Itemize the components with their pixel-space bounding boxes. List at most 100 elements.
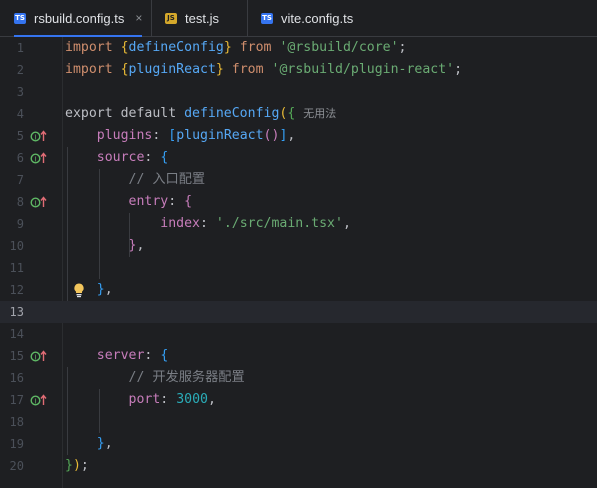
code-line-15[interactable]: 15 I server: { [0,345,597,367]
comma: , [207,392,216,407]
editor-tab-bar: TS rsbuild.config.ts × JS test.js TS vit… [0,0,597,37]
code-line-20[interactable]: 20 }); [0,455,597,477]
bracket: [ [168,128,177,143]
code-line-13[interactable]: 13 [0,301,597,323]
code-line-2[interactable]: 2 import {pluginReact} from '@rsbuild/pl… [0,59,597,81]
keyword: from [239,40,272,55]
property: plugins [96,128,153,143]
svg-text:I: I [34,200,36,208]
paren: () [263,128,280,143]
line-number: 12 [9,283,24,297]
line-number: 20 [9,459,24,473]
tab-label: test.js [185,10,219,26]
implementation-override-icon[interactable]: I [30,195,48,209]
usage-hint[interactable]: 无用法 [303,107,336,120]
svg-text:I: I [34,156,36,164]
line-number: 6 [16,151,24,165]
tab-label: vite.config.ts [281,10,354,26]
code-line-14[interactable]: 14 [0,323,597,345]
line-number: 15 [9,349,24,363]
code-line-18[interactable]: 18 [0,411,597,433]
property: entry [128,194,169,209]
colon: : [144,348,153,363]
line-number: 18 [9,415,24,429]
comma: , [136,238,145,253]
svg-text:I: I [34,134,36,142]
code-line-8[interactable]: 8 I entry: { [0,191,597,213]
function-call: defineConfig [184,106,280,121]
implementation-override-icon[interactable]: I [30,393,48,407]
code-line-1[interactable]: 1 import {defineConfig} from '@rsbuild/c… [0,37,597,59]
code-line-12[interactable]: 12 }, [0,279,597,301]
line-number: 11 [9,261,24,275]
string-literal: '@rsbuild/core' [279,40,399,55]
brace: } [96,282,105,297]
property: port [128,392,161,407]
line-number: 14 [9,327,24,341]
brace: { [160,150,169,165]
tab-vite-config[interactable]: TS vite.config.ts [261,0,353,36]
line-number: 2 [16,63,24,77]
code-line-6[interactable]: 6 I source: { [0,147,597,169]
code-line-17[interactable]: 17 I port: 3000, [0,389,597,411]
brace: { [184,194,193,209]
close-icon[interactable]: × [135,11,142,25]
javascript-file-icon: JS [165,12,177,24]
brace: { [120,40,129,55]
code-line-5[interactable]: 5 I plugins: [pluginReact()], [0,125,597,147]
implementation-override-icon[interactable]: I [30,129,48,143]
brace: } [96,436,105,451]
svg-text:I: I [34,398,36,406]
brace: } [65,458,73,473]
brace: { [160,348,169,363]
export-keyword: export default [65,106,177,121]
colon: : [160,392,169,407]
implementation-override-icon[interactable]: I [30,349,48,363]
line-number: 3 [16,85,24,99]
line-number: 9 [16,217,24,231]
keyword: import [65,40,113,55]
colon: : [199,216,208,231]
identifier: defineConfig [128,40,224,55]
property: index [160,216,200,231]
code-editor[interactable]: 1 import {defineConfig} from '@rsbuild/c… [0,37,597,488]
implementation-override-icon[interactable]: I [30,151,48,165]
comment: // 开发服务器配置 [128,370,245,385]
code-line-3[interactable]: 3 [0,81,597,103]
brace: } [215,62,224,77]
code-line-9[interactable]: 9 index: './src/main.tsx', [0,213,597,235]
code-line-7[interactable]: 7 // 入口配置 [0,169,597,191]
code-line-19[interactable]: 19 }, [0,433,597,455]
colon: : [152,128,161,143]
string-literal: './src/main.tsx' [215,216,343,231]
typescript-file-icon: TS [261,12,273,24]
svg-text:I: I [34,354,36,362]
line-number: 7 [16,173,24,187]
comma: , [287,128,296,143]
code-line-11[interactable]: 11 [0,257,597,279]
tab-rsbuild-config[interactable]: TS rsbuild.config.ts × [14,0,143,37]
tab-label: rsbuild.config.ts [34,10,125,26]
paren: ) [72,458,81,473]
brace: } [223,40,232,55]
tab-test-js[interactable]: JS test.js [165,0,219,36]
colon: : [168,194,177,209]
brace: { [287,106,296,121]
line-number: 5 [16,129,24,143]
semicolon: ; [80,458,89,473]
semicolon: ; [454,62,463,77]
comma: , [342,216,351,231]
code-line-16[interactable]: 16 // 开发服务器配置 [0,367,597,389]
code-line-10[interactable]: 10 }, [0,235,597,257]
line-number: 10 [9,239,24,253]
property: source [96,150,145,165]
identifier: pluginReact [128,62,216,77]
tab-divider [247,0,248,36]
string-literal: '@rsbuild/plugin-react' [271,62,455,77]
keyword: from [231,62,264,77]
line-number: 17 [9,393,24,407]
line-number: 13 [9,305,24,319]
code-line-4[interactable]: 4 export default defineConfig({无用法 [0,103,597,125]
semicolon: ; [398,40,407,55]
line-number: 16 [9,371,24,385]
